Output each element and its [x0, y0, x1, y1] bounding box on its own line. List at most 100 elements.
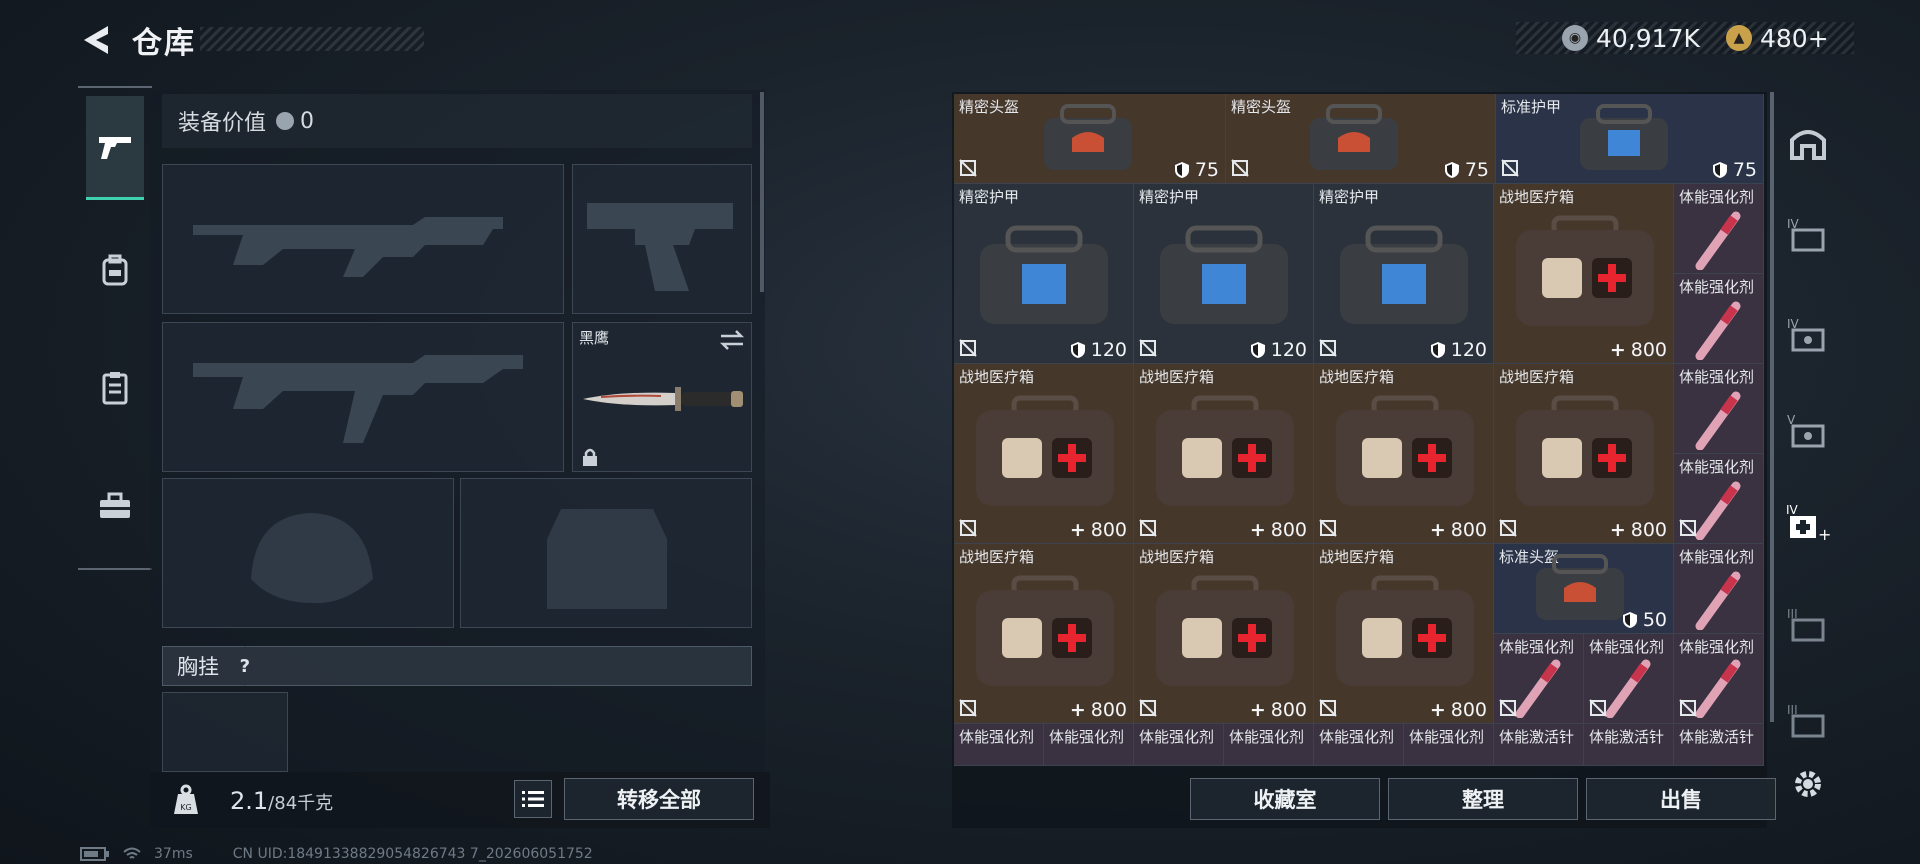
item-name: 体能强化剂	[1409, 728, 1485, 746]
inventory-scrollbar[interactable]	[1770, 92, 1774, 722]
sell-button[interactable]: 出售	[1586, 778, 1776, 820]
list-icon	[522, 791, 544, 807]
armor-bag-icon	[1160, 225, 1288, 324]
inventory-item[interactable]: 体能强化剂	[1314, 724, 1404, 766]
inventory-item[interactable]: 精密头盔 75	[1226, 94, 1496, 184]
settings-gear-icon[interactable]	[1786, 762, 1830, 806]
no-insure-icon	[1139, 519, 1157, 537]
inventory-item[interactable]: 体能强化剂	[1674, 634, 1764, 724]
title-decoration	[200, 27, 424, 51]
inventory-item[interactable]: 战地医疗箱 +800	[1314, 364, 1494, 544]
storage-medical-icon[interactable]: IV +	[1786, 500, 1830, 544]
storage-home-icon[interactable]	[1786, 120, 1830, 164]
inventory-item[interactable]: 精密护甲 120	[1314, 184, 1494, 364]
inventory-item[interactable]: 标准护甲 75	[1496, 94, 1764, 184]
no-insure-icon	[1679, 519, 1697, 537]
armor-bag-icon	[980, 225, 1108, 324]
tab-weapons[interactable]	[86, 96, 144, 200]
tab-toolbox[interactable]	[86, 454, 144, 558]
item-value: 50	[1622, 609, 1667, 631]
transfer-all-button[interactable]: 转移全部	[564, 778, 754, 820]
inventory-item[interactable]: 战地医疗箱 +800	[1494, 364, 1674, 544]
storage-archive-icon[interactable]: III	[1786, 698, 1830, 742]
inventory-item[interactable]: 体能强化剂	[1584, 634, 1674, 724]
shield-icon	[1174, 162, 1189, 178]
coin-balance[interactable]: ◉ 40,917K	[1562, 22, 1700, 54]
weight-max: /84千克	[268, 793, 334, 814]
storage-safe-icon[interactable]: IV	[1786, 312, 1830, 356]
inventory-item[interactable]: 战地医疗箱 +800	[954, 544, 1134, 724]
inventory-item[interactable]: 体能强化剂	[1674, 454, 1764, 544]
inventory-item[interactable]: 体能强化剂	[1674, 364, 1764, 454]
help-icon[interactable]: ?	[225, 646, 265, 686]
equipment-scrollbar[interactable]	[760, 92, 764, 292]
storage-tools-icon[interactable]: III	[1786, 602, 1830, 646]
inventory-item[interactable]: 体能强化剂	[1674, 544, 1764, 634]
inventory-item[interactable]: 精密护甲 120	[954, 184, 1134, 364]
no-insure-icon	[1319, 339, 1337, 357]
ticket-balance[interactable]: ▲ 480+	[1726, 22, 1829, 54]
no-insure-icon	[1231, 159, 1249, 177]
primary-weapon-slot[interactable]	[162, 164, 564, 314]
helmet-slot[interactable]	[162, 478, 454, 628]
chest-rig-slot[interactable]	[162, 692, 288, 772]
first-aid-kit-icon	[1336, 575, 1474, 686]
inventory-item[interactable]: 体能强化剂	[1134, 724, 1224, 766]
inventory-item[interactable]: 体能强化剂	[954, 724, 1044, 766]
inventory-item[interactable]: 体能强化剂	[1494, 634, 1584, 724]
inventory-item[interactable]: 体能强化剂	[1674, 274, 1764, 364]
inventory-item[interactable]: 战地医疗箱 +800	[1494, 184, 1674, 364]
tab-vest[interactable]	[86, 336, 144, 440]
pistol-silhouette-icon	[587, 203, 733, 291]
plus-icon: +	[1249, 699, 1266, 721]
item-value: +800	[1609, 339, 1667, 361]
swap-icon[interactable]	[719, 329, 745, 351]
syringe-icon	[1515, 659, 1561, 718]
inventory-item[interactable]: 精密护甲 120	[1134, 184, 1314, 364]
item-name: 战地医疗箱	[1499, 368, 1575, 386]
item-name: 体能激活针	[1499, 728, 1575, 746]
melee-slot[interactable]: 黑鹰	[572, 322, 752, 472]
vest-icon	[102, 372, 128, 405]
inventory-item[interactable]: 精密头盔 75	[954, 94, 1226, 184]
inventory-item[interactable]: 体能强化剂	[1044, 724, 1134, 766]
inventory-item[interactable]: 战地医疗箱 +800	[1314, 544, 1494, 724]
armor-slot[interactable]	[460, 478, 752, 628]
syringe-icon	[1695, 571, 1741, 630]
inventory-item[interactable]: 体能激活针	[1584, 724, 1674, 766]
plus-icon: +	[1429, 519, 1446, 541]
inventory-item[interactable]: 战地医疗箱 +800	[954, 364, 1134, 544]
page-title: 仓库	[132, 26, 196, 61]
chest-rig-label: 胸挂	[177, 655, 219, 679]
svg-text:+: +	[1818, 525, 1830, 542]
knife-name: 黑鹰	[579, 329, 610, 347]
inventory-item[interactable]: 战地医疗箱 +800	[1134, 544, 1314, 724]
inventory-item[interactable]: 体能激活针	[1494, 724, 1584, 766]
first-aid-kit-icon	[1336, 395, 1474, 506]
secondary-weapon-slot[interactable]	[162, 322, 564, 472]
organize-button[interactable]: 整理	[1388, 778, 1578, 820]
pistol-slot[interactable]	[572, 164, 752, 314]
list-view-button[interactable]	[514, 780, 552, 818]
back-arrow-icon[interactable]	[78, 22, 114, 58]
storage-vault-icon[interactable]: V	[1786, 408, 1830, 452]
inventory-item[interactable]: 标准头盔 50	[1494, 544, 1674, 634]
item-value: 120	[1430, 339, 1487, 361]
inventory-item[interactable]: 体能强化剂	[1404, 724, 1494, 766]
status-bar: 37ms CN UID:18491338829054826743 7_20260…	[80, 846, 593, 862]
plus-icon: +	[1609, 339, 1626, 361]
inventory-item[interactable]: 体能强化剂	[1674, 184, 1764, 274]
inventory-item[interactable]: 体能强化剂	[1224, 724, 1314, 766]
first-aid-kit-icon	[976, 575, 1114, 686]
item-name: 体能强化剂	[1679, 638, 1755, 656]
inventory-item[interactable]: 体能激活针	[1674, 724, 1764, 766]
collection-room-button[interactable]: 收藏室	[1190, 778, 1380, 820]
inventory-item[interactable]: 战地医疗箱 +800	[1134, 364, 1314, 544]
item-name: 精密头盔	[1231, 98, 1292, 116]
item-name: 体能激活针	[1589, 728, 1665, 746]
storage-case-icon[interactable]: IV	[1786, 212, 1830, 256]
helmet-bag-icon	[1044, 104, 1132, 170]
first-aid-kit-icon	[1516, 395, 1654, 506]
syringe-icon	[1605, 659, 1651, 718]
tab-backpack[interactable]	[86, 218, 144, 322]
